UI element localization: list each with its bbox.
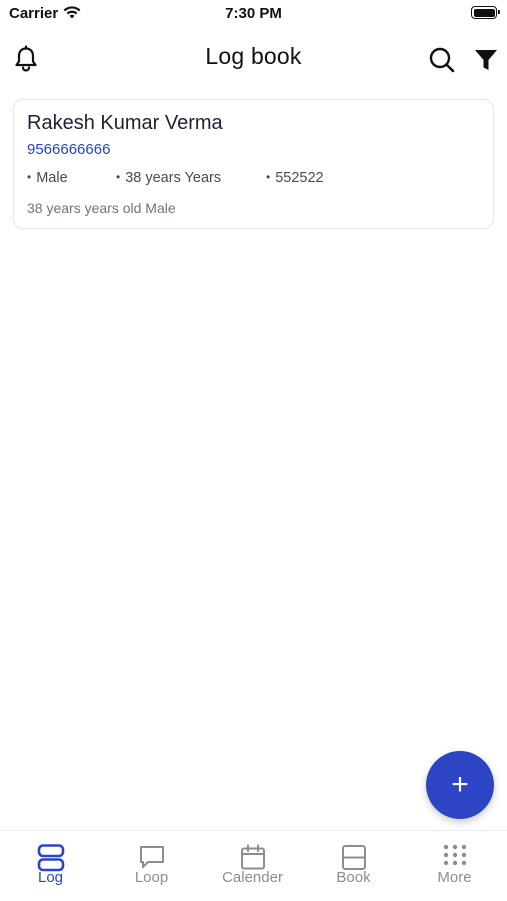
clock-time: 7:30 PM [225, 5, 282, 22]
nav-label-loop: Loop [134, 869, 169, 886]
patient-gender: Male [27, 170, 67, 186]
search-icon[interactable] [427, 45, 457, 75]
nav-label-more: More [437, 869, 472, 886]
nav-item-more[interactable]: More [404, 831, 505, 901]
patient-name: Rakesh Kumar Verma [27, 112, 223, 134]
top-app-bar: Log book [0, 34, 507, 84]
patient-age: 38 years Years [116, 170, 221, 186]
patient-phone[interactable]: 9566666666 [27, 141, 110, 158]
nav-item-loop[interactable]: Loop [101, 831, 202, 901]
nav-label-calendar: Calender [222, 869, 283, 886]
status-bar: Carrier 7:30 PM [0, 0, 507, 28]
patient-pincode: 552522 [266, 170, 323, 186]
patient-summary: 38 years years old Male [27, 200, 176, 216]
nav-item-book[interactable]: Book [303, 831, 404, 901]
battery-icon [471, 6, 500, 19]
filter-icon[interactable] [473, 47, 499, 73]
nav-label-book: Book [336, 869, 371, 886]
add-entry-button[interactable]: + [426, 751, 494, 819]
plus-icon: + [451, 768, 469, 801]
bottom-nav: Log Loop Calender Book More [0, 830, 507, 901]
patient-card[interactable]: Rakesh Kumar Verma 9566666666 Male 38 ye… [13, 99, 494, 229]
nav-item-calendar[interactable]: Calender [202, 831, 303, 901]
nav-label-log: Log [37, 869, 64, 886]
nav-item-log[interactable]: Log [0, 831, 101, 901]
